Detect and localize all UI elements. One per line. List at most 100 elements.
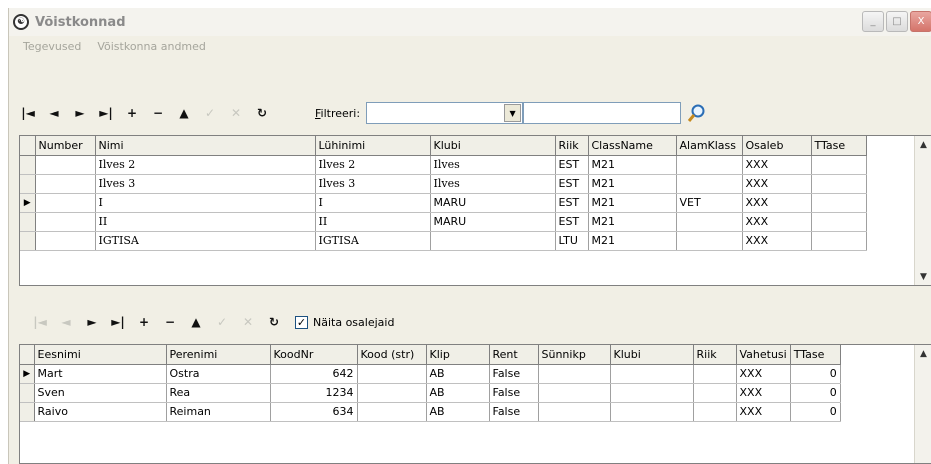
cell-riik[interactable]: EST [555, 193, 589, 213]
column-header-luhinimi[interactable]: Lühinimi [315, 136, 431, 156]
cell-rent[interactable]: False [489, 383, 539, 403]
current-row-arrow-icon[interactable]: ▶ [20, 364, 35, 384]
row-indicator[interactable] [20, 155, 36, 175]
cell-klubi[interactable]: MARU [430, 193, 556, 213]
post-edit-button[interactable]: ✓ [209, 310, 235, 334]
cell-number[interactable] [35, 231, 96, 251]
cell-riik[interactable]: LTU [555, 231, 589, 251]
cancel-edit-button[interactable]: ✕ [223, 101, 249, 125]
cell-nimi[interactable]: IGTISA [95, 231, 316, 251]
cell-nimi[interactable]: Ilves 3 [95, 174, 316, 194]
edit-record-button[interactable]: ▲ [183, 310, 209, 334]
cell-classname[interactable]: M21 [588, 212, 677, 232]
cell-alamklass[interactable] [676, 174, 743, 194]
cell-ttase[interactable]: 0 [790, 402, 841, 422]
cell-kood-str[interactable] [357, 402, 427, 422]
cell-luhinimi[interactable]: Ilves 3 [315, 174, 431, 194]
show-members-checkbox[interactable]: ✓ [295, 315, 308, 329]
column-header-perenimi[interactable]: Perenimi [166, 345, 271, 365]
cell-ttase[interactable] [811, 231, 867, 251]
cell-riik[interactable]: EST [555, 212, 589, 232]
cell-rent[interactable]: False [489, 364, 539, 384]
cell-number[interactable] [35, 193, 96, 213]
cell-riik[interactable] [693, 383, 737, 403]
prior-record-button[interactable]: ◄ [53, 310, 79, 334]
cell-klip[interactable]: AB [426, 402, 490, 422]
cell-klubi[interactable] [430, 231, 556, 251]
cell-luhinimi[interactable]: II [315, 212, 431, 232]
cell-riik[interactable]: EST [555, 174, 589, 194]
minimize-button[interactable]: _ [862, 11, 884, 32]
cell-classname[interactable]: M21 [588, 155, 677, 175]
cell-alamklass[interactable]: VET [676, 193, 743, 213]
cell-classname[interactable]: M21 [588, 231, 677, 251]
maximize-button[interactable]: □ [886, 11, 908, 32]
delete-record-button[interactable]: − [157, 310, 183, 334]
column-header-ttase[interactable]: TTase [811, 136, 867, 156]
close-button[interactable]: X [910, 11, 931, 32]
teams-vertical-scrollbar[interactable]: ▲ ▼ [914, 136, 931, 285]
cell-alamklass[interactable] [676, 212, 743, 232]
cell-alamklass[interactable] [676, 155, 743, 175]
row-indicator[interactable] [20, 383, 35, 403]
table-row[interactable]: IGTISA IGTISA LTU M21 XXX [20, 231, 867, 251]
cell-luhinimi[interactable]: I [315, 193, 431, 213]
cell-number[interactable] [35, 155, 96, 175]
last-record-button[interactable]: ►| [105, 310, 131, 334]
cell-number[interactable] [35, 212, 96, 232]
cell-eesnimi[interactable]: Sven [34, 383, 167, 403]
cell-klip[interactable]: AB [426, 383, 490, 403]
cell-klubi[interactable]: Ilves [430, 155, 556, 175]
menu-item-tegevused[interactable]: Tegevused [23, 40, 81, 53]
table-row[interactable]: Sven Rea 1234 AB False XXX 0 [20, 383, 841, 403]
refresh-button[interactable]: ↻ [261, 310, 287, 334]
column-header-koodnr[interactable]: KoodNr [270, 345, 358, 365]
column-header-number[interactable]: Number [35, 136, 96, 156]
row-indicator[interactable] [20, 174, 36, 194]
cell-sunnikp[interactable] [538, 383, 611, 403]
cell-luhinimi[interactable]: IGTISA [315, 231, 431, 251]
cell-ttase[interactable] [811, 155, 867, 175]
first-record-button[interactable]: |◄ [15, 101, 41, 125]
cell-kood-str[interactable] [357, 364, 427, 384]
show-members-label[interactable]: Näita osalejaid [313, 316, 394, 329]
members-grid[interactable]: Eesnimi Perenimi KoodNr Kood (str) Klip … [19, 344, 931, 464]
magnifier-icon[interactable] [683, 101, 711, 125]
column-header-alamklass[interactable]: AlamKlass [676, 136, 743, 156]
next-record-button[interactable]: ► [79, 310, 105, 334]
cell-vahetusi[interactable]: XXX [736, 383, 791, 403]
cell-ttase[interactable]: 0 [790, 364, 841, 384]
delete-record-button[interactable]: − [145, 101, 171, 125]
cell-eesnimi[interactable]: Raivo [34, 402, 167, 422]
cell-ttase[interactable] [811, 174, 867, 194]
cell-nimi[interactable]: I [95, 193, 316, 213]
column-header-eesnimi[interactable]: Eesnimi [34, 345, 167, 365]
filter-field-combo[interactable]: ▼ [366, 102, 524, 124]
menu-item-voistkonna-andmed[interactable]: Võistkonna andmed [97, 40, 206, 53]
cell-klubi[interactable] [610, 383, 694, 403]
cell-ttase[interactable] [811, 212, 867, 232]
column-header-klubi[interactable]: Klubi [430, 136, 556, 156]
title-bar[interactable]: ☯ Võistkonnad _ □ X [9, 8, 931, 36]
cell-koodnr[interactable]: 1234 [270, 383, 358, 403]
cell-rent[interactable]: False [489, 402, 539, 422]
column-header-vahetusi[interactable]: Vahetusi [736, 345, 791, 365]
column-header-classname[interactable]: ClassName [588, 136, 677, 156]
edit-record-button[interactable]: ▲ [171, 101, 197, 125]
cell-ttase[interactable]: 0 [790, 383, 841, 403]
cell-klubi[interactable] [610, 364, 694, 384]
yin-yang-app-icon[interactable]: ☯ [13, 14, 29, 30]
refresh-button[interactable]: ↻ [249, 101, 275, 125]
column-header-riik[interactable]: Riik [555, 136, 589, 156]
table-row-current[interactable]: ▶ I I MARU EST M21 VET XXX [20, 193, 867, 213]
cell-perenimi[interactable]: Reiman [166, 402, 271, 422]
column-header-sunnikp[interactable]: Sünnikp [538, 345, 611, 365]
cancel-edit-button[interactable]: ✕ [235, 310, 261, 334]
column-header-osaleb[interactable]: Osaleb [742, 136, 812, 156]
chevron-down-icon[interactable]: ▼ [504, 104, 522, 122]
cell-ttase[interactable] [811, 193, 867, 213]
table-row[interactable]: II II MARU EST M21 XXX [20, 212, 867, 232]
cell-classname[interactable]: M21 [588, 174, 677, 194]
cell-klubi[interactable] [610, 402, 694, 422]
next-record-button[interactable]: ► [67, 101, 93, 125]
